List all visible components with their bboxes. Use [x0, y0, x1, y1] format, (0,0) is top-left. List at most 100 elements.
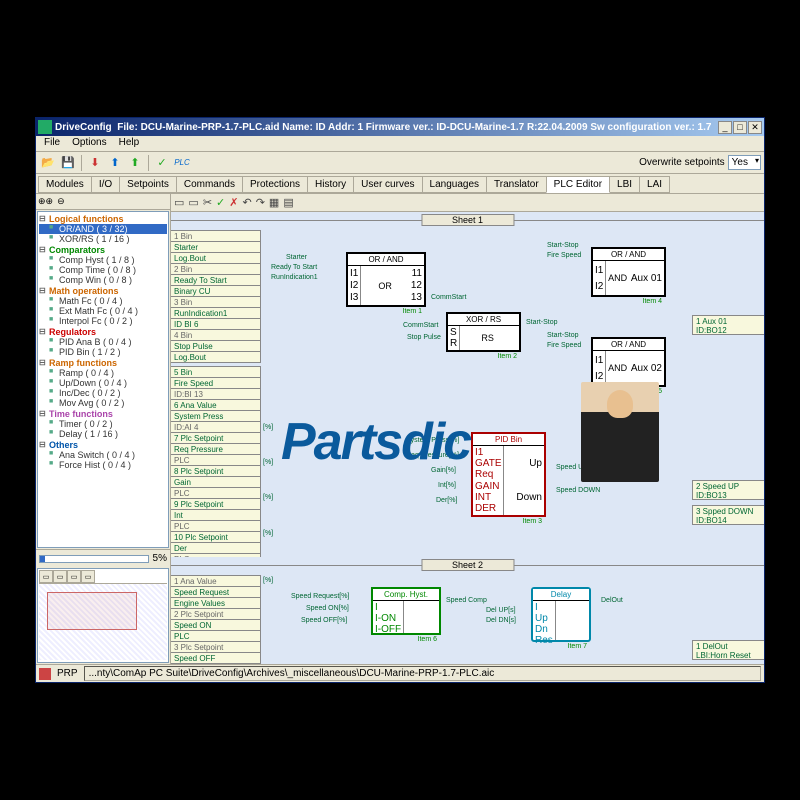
- tool-undo-icon[interactable]: ↶: [242, 196, 251, 209]
- tree-item[interactable]: Math Fc ( 0 / 4 ): [39, 296, 167, 306]
- tool-cancel-icon[interactable]: ✗: [229, 196, 238, 209]
- tree-item[interactable]: PID Bin ( 1 / 2 ): [39, 347, 167, 357]
- menu-help[interactable]: Help: [113, 136, 146, 151]
- close-button[interactable]: ✕: [748, 121, 762, 134]
- tree-item[interactable]: Ramp ( 0 / 4 ): [39, 368, 167, 378]
- minimap-tab-1[interactable]: ▭: [39, 570, 53, 583]
- tree-group[interactable]: Regulators: [39, 327, 167, 337]
- tree-collapse-icon[interactable]: ⊖: [57, 196, 65, 207]
- wire-starter: Starter: [286, 254, 307, 261]
- tree-group[interactable]: Ramp functions: [39, 358, 167, 368]
- tab-plceditor[interactable]: PLC Editor: [546, 176, 610, 193]
- sync-icon[interactable]: ⬆: [126, 154, 144, 172]
- tab-io[interactable]: I/O: [91, 176, 120, 193]
- tab-usercurves[interactable]: User curves: [353, 176, 422, 193]
- tree-item[interactable]: Mov Avg ( 0 / 2 ): [39, 398, 167, 408]
- main-area: ⊕⊕ ⊖ Logical functionsOR/AND ( 3 / 32)XO…: [36, 194, 764, 664]
- tool-check-icon[interactable]: ✓: [216, 196, 225, 209]
- tree-item[interactable]: XOR/RS ( 1 / 16 ): [39, 234, 167, 244]
- wire-startstop3: Start-Stop: [547, 332, 579, 339]
- tree-item[interactable]: Timer ( 0 / 2 ): [39, 419, 167, 429]
- tab-lbi[interactable]: LBI: [609, 176, 640, 193]
- tree-item[interactable]: Ana Switch ( 0 / 4 ): [39, 450, 167, 460]
- tree-item[interactable]: Up/Down ( 0 / 4 ): [39, 378, 167, 388]
- minimap-canvas[interactable]: [39, 584, 167, 660]
- tab-commands[interactable]: Commands: [176, 176, 243, 193]
- main-window: DriveConfig File: DCU-Marine-PRP-1.7-PLC…: [35, 117, 765, 683]
- wire-commstart: CommStart: [431, 294, 466, 301]
- signal-label[interactable]: PLC: [171, 663, 261, 664]
- tree-group[interactable]: Logical functions: [39, 214, 167, 224]
- signal-label[interactable]: Log.Bout: [171, 351, 261, 363]
- download-icon[interactable]: ⬇: [86, 154, 104, 172]
- open-icon[interactable]: 📂: [39, 154, 57, 172]
- tree-group[interactable]: Comparators: [39, 245, 167, 255]
- minimap[interactable]: ▭ ▭ ▭ ▭: [37, 568, 169, 663]
- output-label[interactable]: 1 Aux 01ID:BO12: [692, 315, 764, 335]
- wire-pct-3: [%]: [263, 494, 273, 501]
- minimap-tab-2[interactable]: ▭: [53, 570, 67, 583]
- tree-item[interactable]: Delay ( 1 / 16 ): [39, 429, 167, 439]
- overwrite-combo[interactable]: Yes: [728, 155, 761, 170]
- block-delay[interactable]: Delay IUpDnRes Item 7: [531, 587, 591, 642]
- tab-translator[interactable]: Translator: [486, 176, 547, 193]
- output-label[interactable]: 2 Speed UPID:BO13: [692, 480, 764, 500]
- block-orand-5[interactable]: OR / AND I1I2 AND Aux 02 Item 5: [591, 337, 666, 387]
- tool-newsheet-icon[interactable]: ▭: [174, 196, 184, 209]
- tab-setpoints[interactable]: Setpoints: [119, 176, 177, 193]
- tree-item[interactable]: Comp Time ( 0 / 8 ): [39, 265, 167, 275]
- status-prp: PRP: [57, 668, 78, 679]
- tool-props-icon[interactable]: ▤: [283, 196, 293, 209]
- tree-item[interactable]: Inc/Dec ( 0 / 2 ): [39, 388, 167, 398]
- block-comphyst[interactable]: Comp. Hyst. II-ONI-OFF Item 6: [371, 587, 441, 635]
- block-orand-1[interactable]: OR / AND I1I2I3 OR 111213 Item 1: [346, 252, 426, 307]
- save-icon[interactable]: 💾: [59, 154, 77, 172]
- zoom-slider[interactable]: [39, 555, 149, 563]
- output-label[interactable]: 1 DelOutLBI:Horn Reset: [692, 640, 764, 660]
- plc-icon[interactable]: PLC: [173, 154, 191, 172]
- tabbar: Modules I/O Setpoints Commands Protectio…: [36, 174, 764, 194]
- upload-icon[interactable]: ⬆: [106, 154, 124, 172]
- tree-item[interactable]: Ext Math Fc ( 0 / 4 ): [39, 306, 167, 316]
- tree-group[interactable]: Time functions: [39, 409, 167, 419]
- tool-cut-icon[interactable]: ✂: [203, 196, 212, 209]
- wire-startstop: Start-Stop: [526, 319, 558, 326]
- tab-history[interactable]: History: [307, 176, 354, 193]
- block-xorrs[interactable]: XOR / RS SR RS Item 2: [446, 312, 521, 352]
- menu-options[interactable]: Options: [66, 136, 112, 151]
- wire-reqpress: Req Pressure[%]: [406, 452, 459, 459]
- block-orand-4[interactable]: OR / AND I1I2 AND Aux 01 Item 4: [591, 247, 666, 297]
- tree-group[interactable]: Math operations: [39, 286, 167, 296]
- zoom-value: 5%: [153, 553, 167, 564]
- tree-item[interactable]: Comp Hyst ( 1 / 8 ): [39, 255, 167, 265]
- tab-languages[interactable]: Languages: [422, 176, 488, 193]
- tab-modules[interactable]: Modules: [38, 176, 92, 193]
- block-pid[interactable]: PID Bin I1GATEReqGAININTDER UpDown Item …: [471, 432, 546, 517]
- tree-item[interactable]: OR/AND ( 3 / 32): [39, 224, 167, 234]
- tool-grid-icon[interactable]: ▦: [269, 196, 279, 209]
- tree-item[interactable]: Interpol Fc ( 0 / 2 ): [39, 316, 167, 326]
- canvas[interactable]: Sheet 1 1 BinStarterLog.Bout2 BinReady T…: [171, 212, 764, 664]
- minimize-button[interactable]: _: [718, 121, 732, 134]
- titlebar[interactable]: DriveConfig File: DCU-Marine-PRP-1.7-PLC…: [36, 118, 764, 136]
- minimap-tab-3[interactable]: ▭: [67, 570, 81, 583]
- tree-item[interactable]: Force Hist ( 0 / 4 ): [39, 460, 167, 470]
- check-icon[interactable]: ✓: [153, 154, 171, 172]
- tree-group[interactable]: Others: [39, 440, 167, 450]
- tool-redo-icon[interactable]: ↷: [256, 196, 265, 209]
- minimap-tab-4[interactable]: ▭: [81, 570, 95, 583]
- tree-item[interactable]: PID Ana B ( 0 / 4 ): [39, 337, 167, 347]
- tree-expand-icon[interactable]: ⊕⊕: [38, 196, 53, 207]
- function-tree[interactable]: Logical functionsOR/AND ( 3 / 32)XOR/RS …: [37, 211, 169, 548]
- wire-commstart2: CommStart: [403, 322, 438, 329]
- maximize-button[interactable]: □: [733, 121, 747, 134]
- tool-delete-icon[interactable]: ▭: [188, 196, 198, 209]
- tree-item[interactable]: Comp Win ( 0 / 8 ): [39, 275, 167, 285]
- wire-delup: Del UP[s]: [486, 607, 516, 614]
- tab-lai[interactable]: LAI: [639, 176, 670, 193]
- wire-speedcomp: Speed Comp: [446, 597, 487, 604]
- sheet-2-label: Sheet 2: [421, 559, 514, 571]
- menu-file[interactable]: File: [38, 136, 66, 151]
- tab-protections[interactable]: Protections: [242, 176, 308, 193]
- output-label[interactable]: 3 Spped DOWNID:BO14: [692, 505, 764, 525]
